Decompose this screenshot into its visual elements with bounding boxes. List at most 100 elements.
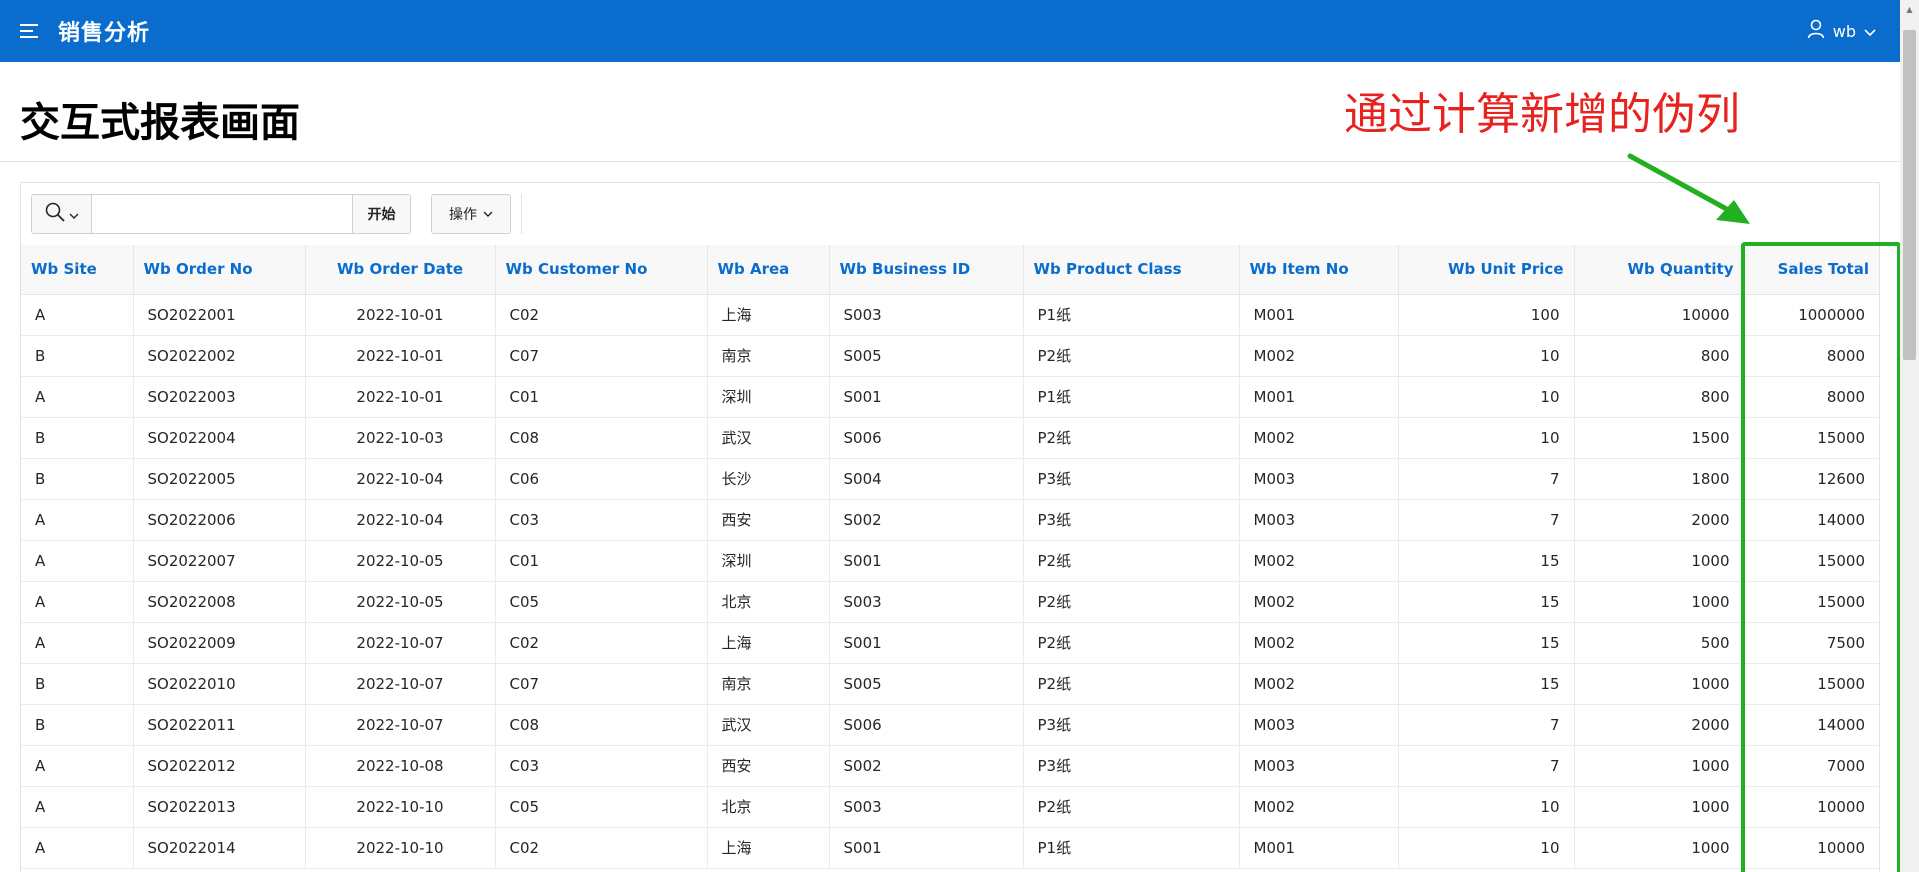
table-row: A SO2022009 2022-10-07 C02 上海 S001 P2纸 M002 15 50… [21,622,1879,664]
scroll-up-icon[interactable]: ▲ [1900,0,1919,18]
page-scrollbar[interactable]: ▲ [1900,0,1919,872]
column-header[interactable]: Wb Site [21,245,134,295]
table-cell: A [21,540,134,582]
top-navigation-bar: 销售分析 wb [0,0,1900,62]
table-cell: P2纸 [1023,335,1240,377]
table-cell: SO2022007 [133,540,306,582]
table-cell: 14000 [1744,499,1879,541]
table-header-row: Wb Site Wb Order No Wb Order Date Wb Custom… [21,245,1879,295]
table-cell: 1000 [1574,786,1745,828]
table-row: A SO2022014 2022-10-10 C02 上海 S001 P1纸 M001 10 10… [21,827,1879,869]
table-cell: 15000 [1744,581,1879,623]
table-cell: 7000 [1744,745,1879,787]
column-header[interactable]: Wb Order Date [305,245,496,295]
table-cell: 7 [1398,499,1575,541]
table-cell: 15 [1398,622,1575,664]
table-cell: M002 [1239,335,1399,377]
table-cell: 西安 [707,745,830,787]
table-cell: C07 [495,335,708,377]
table-row: A SO2022006 2022-10-04 C03 西安 S002 P3纸 M003 7 200… [21,499,1879,541]
table-row: B SO2022010 2022-10-07 C07 南京 S005 P2纸 M002 15 10… [21,663,1879,705]
table-cell: P3纸 [1023,499,1240,541]
table-cell: 1000 [1574,581,1745,623]
user-name: wb [1832,21,1856,41]
user-menu-button[interactable]: wb [1807,0,1876,62]
table-cell: A [21,827,134,869]
table-cell: SO2022008 [133,581,306,623]
table-cell: B [21,458,134,500]
chevron-down-icon [69,205,79,224]
table-cell: C08 [495,704,708,746]
hamburger-menu-icon[interactable] [10,11,50,51]
table-cell: 2022-10-07 [305,663,496,705]
search-bar: 开始 [31,194,411,234]
table-cell: 2022-10-10 [305,786,496,828]
table-cell: 武汉 [707,704,830,746]
table-cell: SO2022001 [133,294,306,336]
table-cell: 1000 [1574,540,1745,582]
column-header[interactable]: Wb Unit Price [1398,245,1575,295]
scrollbar-thumb[interactable] [1903,30,1916,360]
table-cell: B [21,335,134,377]
annotation-label: 通过计算新增的伪列 [1344,89,1740,140]
app-title[interactable]: 销售分析 [58,15,150,47]
table-row: A SO2022007 2022-10-05 C01 深圳 S001 P2纸 M002 15 10… [21,540,1879,582]
table-cell: SO2022013 [133,786,306,828]
column-header[interactable]: Wb Quantity [1574,245,1745,295]
table-cell: 上海 [707,622,830,664]
search-input[interactable] [92,195,352,233]
table-cell: C02 [495,622,708,664]
actions-menu-button[interactable]: 操作 [431,194,511,234]
search-column-selector[interactable] [32,195,92,233]
table-cell: S006 [829,417,1024,459]
column-header[interactable]: Wb Item No [1239,245,1399,295]
table-cell: SO2022011 [133,704,306,746]
table-cell: 上海 [707,827,830,869]
table-cell: 500 [1574,622,1745,664]
table-cell: P1纸 [1023,376,1240,418]
column-header[interactable]: Wb Order No [133,245,306,295]
table-cell: 2022-10-05 [305,581,496,623]
column-header[interactable]: Sales Total [1744,245,1879,295]
table-cell: 15000 [1744,663,1879,705]
table-row: B SO2022005 2022-10-04 C06 长沙 S004 P3纸 M003 7 180… [21,458,1879,500]
table-cell: 2022-10-05 [305,540,496,582]
table-cell: M002 [1239,663,1399,705]
table-cell: 10 [1398,786,1575,828]
column-header[interactable]: Wb Customer No [495,245,708,295]
table-cell: 2022-10-01 [305,294,496,336]
column-header[interactable]: Wb Product Class [1023,245,1240,295]
table-cell: S001 [829,622,1024,664]
table-cell: B [21,704,134,746]
column-header[interactable]: Wb Business ID [829,245,1024,295]
toolbar-divider [521,194,522,234]
table-cell: S001 [829,376,1024,418]
table-cell: 10000 [1574,294,1745,336]
table-cell: 南京 [707,335,830,377]
table-cell: 2022-10-03 [305,417,496,459]
table-cell: 1000 [1574,745,1745,787]
table-cell: C02 [495,294,708,336]
table-cell: 2022-10-07 [305,622,496,664]
table-cell: 8000 [1744,376,1879,418]
table-cell: C08 [495,417,708,459]
table-cell: 15 [1398,540,1575,582]
go-button[interactable]: 开始 [352,195,410,233]
table-cell: S003 [829,581,1024,623]
table-cell: P2纸 [1023,663,1240,705]
table-cell: S003 [829,786,1024,828]
table-row: B SO2022004 2022-10-03 C08 武汉 S006 P2纸 M002 10 15… [21,417,1879,459]
table-cell: 2022-10-07 [305,704,496,746]
column-header[interactable]: Wb Area [707,245,830,295]
table-cell: 7 [1398,745,1575,787]
table-cell: C05 [495,786,708,828]
table-cell: SO2022003 [133,376,306,418]
table-cell: SO2022014 [133,827,306,869]
table-cell: 15000 [1744,417,1879,459]
table-cell: P1纸 [1023,294,1240,336]
table-cell: 1000000 [1744,294,1879,336]
table-cell: C07 [495,663,708,705]
table-cell: 10000 [1744,786,1879,828]
table-cell: 7500 [1744,622,1879,664]
table-cell: 7 [1398,704,1575,746]
